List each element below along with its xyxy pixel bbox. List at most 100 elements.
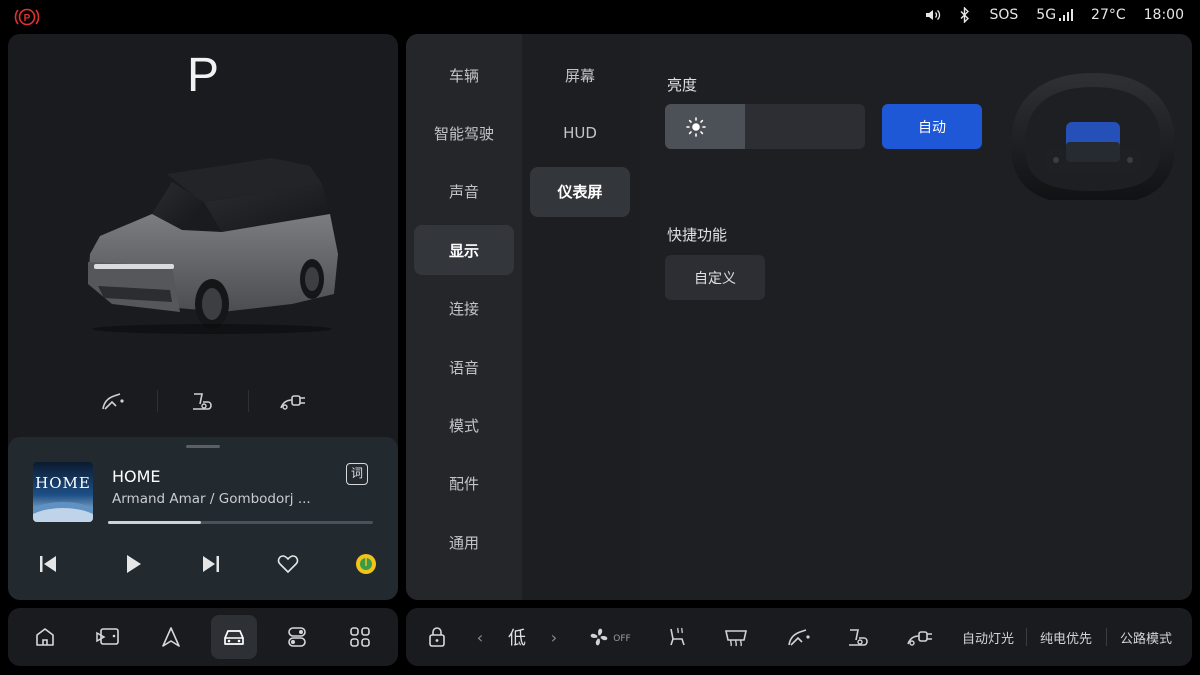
dock-toggle-button[interactable] (274, 615, 320, 659)
steering-wheel-illustration (1010, 72, 1176, 200)
settings-subnav-item[interactable]: HUD (530, 108, 630, 158)
music-app-button[interactable] (351, 549, 381, 579)
heart-icon (277, 555, 299, 574)
brightness-slider[interactable] (665, 104, 865, 149)
dock-navigation-button[interactable] (148, 615, 194, 659)
bottom-dock-right: ‹ 低 › OFF 自动灯光 纯电优先 公路模式 (406, 608, 1192, 666)
parking-brake-icon: P (14, 8, 40, 26)
dock-apps-button[interactable] (337, 615, 383, 659)
track-artist: Armand Amar / Gombodorj ... (112, 491, 311, 507)
sos-button[interactable]: SOS (989, 7, 1018, 23)
settings-nav-item[interactable]: 连接 (414, 284, 514, 334)
settings-nav-item[interactable]: 声音 (414, 167, 514, 217)
settings-nav-item[interactable]: 配件 (414, 459, 514, 509)
dock-car-button[interactable] (211, 615, 257, 659)
gear-indicator: P (186, 49, 219, 102)
album-art[interactable]: HOME (33, 462, 93, 522)
next-button[interactable] (196, 549, 226, 579)
settings-panel: 车辆智能驾驶声音显示连接语音模式配件通用 屏幕 HUD 仪表屏 亮度 自动 快捷功能… (406, 34, 1192, 600)
settings-primary-nav: 车辆智能驾驶声音显示连接语音模式配件通用 (406, 34, 522, 600)
signal-bars-icon (1059, 9, 1074, 21)
chevron-left-icon: ‹ (476, 627, 484, 647)
lyrics-button[interactable]: 词 (346, 463, 368, 485)
toggle-icon (288, 627, 306, 647)
status-bar: P SOS 5G 27°C 18:00 (0, 0, 1200, 34)
divider (1026, 628, 1027, 646)
tailgate-button[interactable] (158, 390, 247, 412)
play-icon (127, 555, 141, 573)
fan-increase-button[interactable]: › (544, 608, 564, 666)
fan-icon (590, 628, 608, 646)
car-illustration[interactable] (72, 144, 342, 334)
svg-text:P: P (24, 13, 31, 24)
seat-heating-icon (670, 627, 685, 646)
lock-icon (429, 627, 445, 647)
auto-lights-button[interactable]: 自动灯光 (956, 608, 1020, 666)
seat-heating-button[interactable] (662, 608, 692, 666)
next-icon (203, 556, 219, 572)
rear-defrost-button[interactable] (720, 608, 752, 666)
settings-nav-item[interactable]: 模式 (414, 400, 514, 450)
settings-nav-item[interactable]: 显示 (414, 225, 514, 276)
volume-icon[interactable] (925, 8, 941, 22)
dock-screen-cast-button[interactable] (85, 615, 131, 659)
tailgate-icon (193, 393, 212, 410)
rear-defrost-icon (725, 630, 747, 647)
navigation-icon (162, 627, 180, 647)
settings-secondary-nav: 屏幕 HUD 仪表屏 (522, 34, 640, 600)
network-label: 5G (1036, 7, 1057, 23)
track-title: HOME (112, 467, 161, 486)
favorite-button[interactable] (273, 549, 303, 579)
fan-decrease-button[interactable]: ‹ (470, 608, 490, 666)
ev-priority-button[interactable]: 纯电优先 (1034, 608, 1098, 666)
album-art-title: HOME (35, 474, 91, 492)
dock-home-button[interactable] (22, 615, 68, 659)
fan-toggle-button[interactable]: OFF (584, 608, 634, 666)
chevron-right-icon: › (550, 627, 558, 647)
settings-subnav-item[interactable]: 仪表屏 (530, 166, 630, 217)
customize-button[interactable]: 自定义 (665, 255, 765, 300)
brightness-auto-button[interactable]: 自动 (882, 104, 982, 149)
previous-icon (40, 556, 56, 572)
plug-icon (907, 631, 932, 646)
road-mode-label: 公路模式 (1119, 631, 1172, 647)
bluetooth-icon[interactable] (959, 7, 971, 23)
shortcut-label: 快捷功能 (667, 226, 728, 244)
fan-level-label: 低 (508, 628, 526, 649)
settings-nav-item[interactable]: 通用 (414, 517, 514, 567)
charge-port-dock-button[interactable] (784, 608, 814, 666)
lock-button[interactable] (424, 608, 450, 666)
play-button[interactable] (118, 549, 148, 579)
settings-nav-item[interactable]: 智能驾驶 (414, 108, 514, 158)
tailgate-dock-button[interactable] (844, 608, 874, 666)
playback-controls (33, 549, 376, 579)
temperature-label: 27°C (1091, 7, 1126, 23)
sun-icon (686, 117, 706, 137)
apps-grid-icon (350, 627, 370, 647)
car-icon (224, 630, 244, 645)
music-app-icon (356, 554, 376, 574)
tailgate-icon (849, 629, 868, 646)
charging-dock-button[interactable] (904, 608, 936, 666)
settings-nav-item[interactable]: 语音 (414, 342, 514, 392)
drag-handle[interactable] (186, 445, 220, 448)
charge-port-icon (788, 629, 810, 646)
road-mode-button[interactable]: 公路模式 (1114, 608, 1178, 666)
settings-nav-item[interactable]: 车辆 (414, 50, 514, 100)
settings-subnav-item[interactable]: 屏幕 (530, 50, 630, 100)
plug-icon (280, 395, 306, 410)
playback-progress[interactable] (108, 521, 373, 524)
previous-button[interactable] (33, 549, 63, 579)
media-player[interactable]: HOME HOME Armand Amar / Gombodorj ... 词 (8, 437, 398, 600)
display-settings-content: 亮度 自动 快捷功能 自定义 (640, 34, 1192, 600)
screen-cast-icon (96, 628, 119, 645)
fan-level: 低 (502, 608, 532, 666)
auto-lights-label: 自动灯光 (961, 631, 1014, 647)
network-indicator: 5G (1036, 7, 1074, 23)
ev-priority-label: 纯电优先 (1039, 631, 1092, 647)
divider (1106, 628, 1107, 646)
charging-button[interactable] (249, 390, 338, 412)
fan-state-label: OFF (613, 634, 631, 644)
bottom-dock-left (8, 608, 398, 666)
charge-port-button[interactable] (68, 390, 157, 412)
